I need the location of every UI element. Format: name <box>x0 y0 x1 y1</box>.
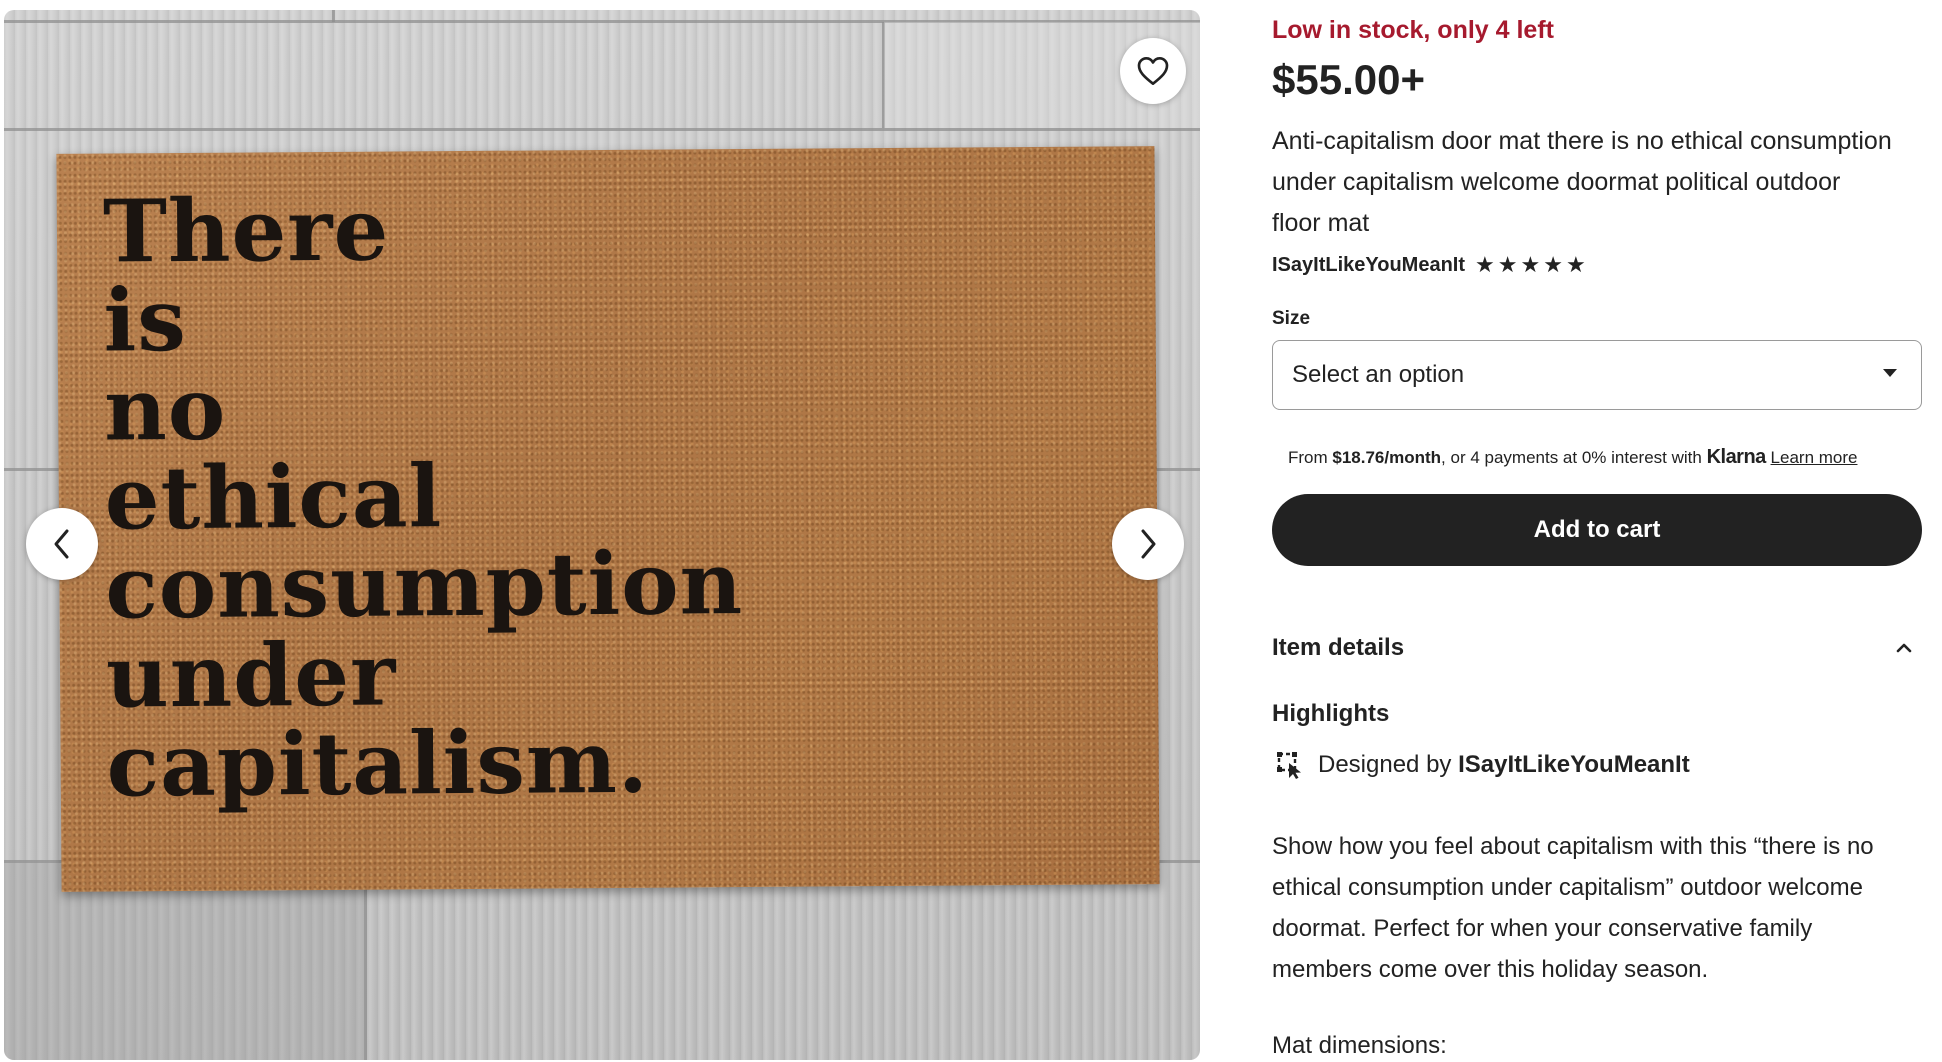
item-description: Show how you feel about capitalism with … <box>1272 833 1874 983</box>
shop-rating-row: ISayItLikeYouMeanIt ★ ★ ★ ★ ★ <box>1272 252 1586 278</box>
designed-by-shop: ISayItLikeYouMeanIt <box>1458 751 1690 778</box>
chevron-right-icon <box>1141 529 1156 559</box>
klarna-logo: Klarna <box>1706 446 1767 468</box>
favorite-button[interactable] <box>1120 38 1186 104</box>
star-icon: ★ <box>1543 252 1563 277</box>
item-details-label: Item details <box>1272 634 1405 661</box>
doormat-printed-text: There is no ethical consumption under ca… <box>102 179 744 817</box>
heart-outline-icon <box>1137 57 1169 85</box>
next-image-button[interactable] <box>1112 508 1184 580</box>
floor-plank-seam <box>364 862 367 1060</box>
star-icon: ★ <box>1497 252 1518 277</box>
learn-more-link[interactable]: Learn more <box>1771 448 1858 467</box>
mat-dimensions-heading: Mat dimensions: <box>1272 1032 1447 1059</box>
klarna-financing-note: From $18.76/month, or 4 payments at 0% i… <box>1288 446 1857 469</box>
stock-notice: Low in stock, only 4 left <box>1272 16 1554 44</box>
floor-plank-seam <box>4 128 1200 131</box>
floor-plank-seam <box>332 10 335 22</box>
chevron-up-icon <box>1896 643 1912 653</box>
klarna-middle-text: , or 4 payments at 0% interest with <box>1441 448 1707 467</box>
add-to-cart-button[interactable]: Add to cart <box>1272 494 1922 566</box>
doormat-image: There is no ethical consumption under ca… <box>56 146 1160 892</box>
highlights-heading: Highlights <box>1272 700 1390 727</box>
previous-image-button[interactable] <box>26 508 98 580</box>
designed-by-prefix: Designed by <box>1318 751 1459 778</box>
listing-page: There is no ethical consumption under ca… <box>0 0 1942 1062</box>
size-select-value: Select an option <box>1292 361 1465 388</box>
shop-name-link[interactable]: ISayItLikeYouMeanIt <box>1272 254 1465 277</box>
designed-by-row: Designed by ISayItLikeYouMeanIt <box>1276 751 1690 779</box>
product-image-gallery[interactable]: There is no ethical consumption under ca… <box>4 10 1200 1060</box>
chevron-left-icon <box>54 529 69 559</box>
size-select[interactable]: Select an option <box>1272 340 1922 410</box>
star-icon: ★ <box>1520 252 1541 277</box>
price: $55.00+ <box>1272 56 1425 103</box>
star-rating[interactable]: ★ ★ ★ ★ ★ <box>1475 252 1586 278</box>
klarna-monthly-amount: $18.76/month <box>1332 448 1442 467</box>
caret-down-icon <box>1883 369 1897 377</box>
star-icon: ★ <box>1475 252 1495 277</box>
item-details-toggle[interactable]: Item details <box>1272 630 1922 666</box>
star-icon: ★ <box>1565 252 1586 277</box>
listing-title: Anti-capitalism door mat there is no eth… <box>1272 127 1892 237</box>
design-tool-icon <box>1277 752 1301 779</box>
klarna-prefix: From <box>1288 448 1333 467</box>
size-label: Size <box>1272 308 1311 329</box>
